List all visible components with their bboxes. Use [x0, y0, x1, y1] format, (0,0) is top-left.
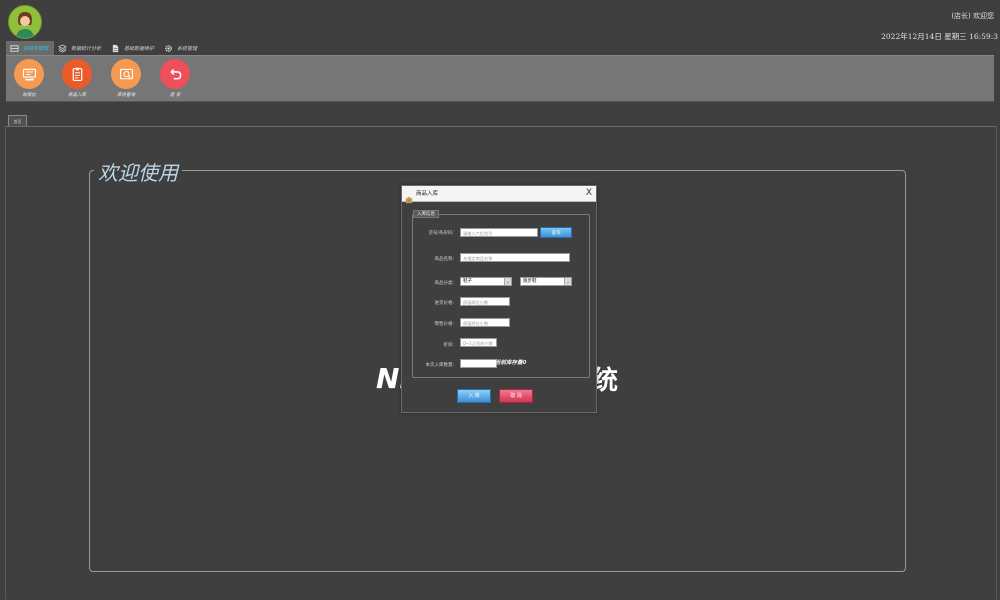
group-title: 入库信息 [413, 210, 439, 218]
tab-inventory-management[interactable]: 进销存管理 [6, 41, 55, 55]
close-icon[interactable]: X [586, 187, 592, 199]
stock-query-button[interactable]: 库存查询 [106, 59, 146, 98]
toolbar: 收银台 商品入库 库存查询 退 货 [6, 55, 994, 102]
package-icon [405, 189, 413, 204]
inventory-icon [10, 44, 19, 53]
dialog-titlebar[interactable]: 商品入库 X [402, 186, 596, 204]
quantity-label: 本次入库数量: [425, 363, 454, 368]
category-label: 商品分类: [434, 281, 454, 286]
clipboard-icon [62, 59, 92, 89]
stock-in-confirm-button[interactable]: 入 库 [457, 389, 491, 403]
datetime-display: 2022年12月14日 星期三 16:59:3 [881, 32, 998, 41]
retail-price-label: 零售价格: [434, 322, 454, 327]
subcategory-select[interactable]: 跑步鞋 ⌄ [520, 277, 572, 286]
category-select[interactable]: 鞋子 ⌄ [460, 277, 512, 286]
tab-basic-data[interactable]: 基础数据维护 [107, 41, 160, 55]
quantity-input[interactable] [460, 359, 497, 368]
return-button[interactable]: 退 货 [155, 59, 195, 98]
tab-data-analysis[interactable]: 数据统计分析 [54, 41, 107, 55]
tab-label: 系统管理 [177, 45, 198, 52]
cancel-button[interactable]: 取 消 [499, 389, 533, 403]
purchase-price-label: 进货价格: [434, 301, 454, 306]
stock-in-dialog: 商品入库 X 入库信息 货号/条形码: 请输入六位货号 查询 商品名称: 未指定… [401, 185, 597, 413]
purchase-price-input[interactable]: 保留两位小数 [460, 297, 510, 306]
welcome-text: (店长) 欢迎您 [951, 12, 994, 20]
retail-price-input[interactable]: 保留两位小数 [460, 318, 510, 327]
product-name-input[interactable]: 未指定商品名称 [460, 253, 570, 262]
stock-query-label: 库存查询 [117, 93, 135, 98]
tab-label: 基础数据维护 [124, 45, 155, 52]
menu-bar: 进销存管理 数据统计分析 基础数据维护 系统管理 [6, 41, 203, 55]
product-name-label: 商品名称: [434, 257, 454, 262]
discount-input[interactable]: 0~1之间的小数 [460, 338, 497, 347]
query-button[interactable]: 查询 [540, 227, 572, 238]
layers-icon [58, 43, 67, 53]
return-label: 退 货 [169, 93, 181, 98]
current-stock-text: 当前库存量0 [495, 360, 527, 366]
stock-in-info-group [412, 214, 590, 378]
discount-label: 折扣: [443, 343, 454, 348]
user-avatar [8, 5, 42, 39]
cashier-label: 收银台 [22, 93, 36, 98]
search-icon [111, 59, 141, 89]
return-icon [160, 59, 190, 89]
subcategory-value: 跑步鞋 [523, 279, 537, 284]
stock-in-label: 商品入库 [68, 93, 86, 98]
document-icon [111, 44, 120, 53]
cashier-icon [14, 59, 44, 89]
tab-label: 进销存管理 [23, 45, 49, 52]
stock-in-button[interactable]: 商品入库 [57, 59, 97, 98]
gear-icon [164, 44, 173, 53]
dialog-title: 商品入库 [416, 191, 439, 197]
welcome-title: 欢迎使用 [94, 157, 182, 186]
category-value: 鞋子 [463, 279, 472, 284]
barcode-input[interactable]: 请输入六位货号 [460, 228, 538, 237]
tab-system-management[interactable]: 系统管理 [160, 41, 203, 55]
tab-label: 数据统计分析 [71, 45, 102, 52]
cashier-button[interactable]: 收银台 [9, 59, 49, 98]
chevron-down-icon: ⌄ [564, 278, 571, 285]
chevron-down-icon: ⌄ [504, 278, 511, 285]
barcode-label: 货号/条形码: [428, 231, 454, 236]
